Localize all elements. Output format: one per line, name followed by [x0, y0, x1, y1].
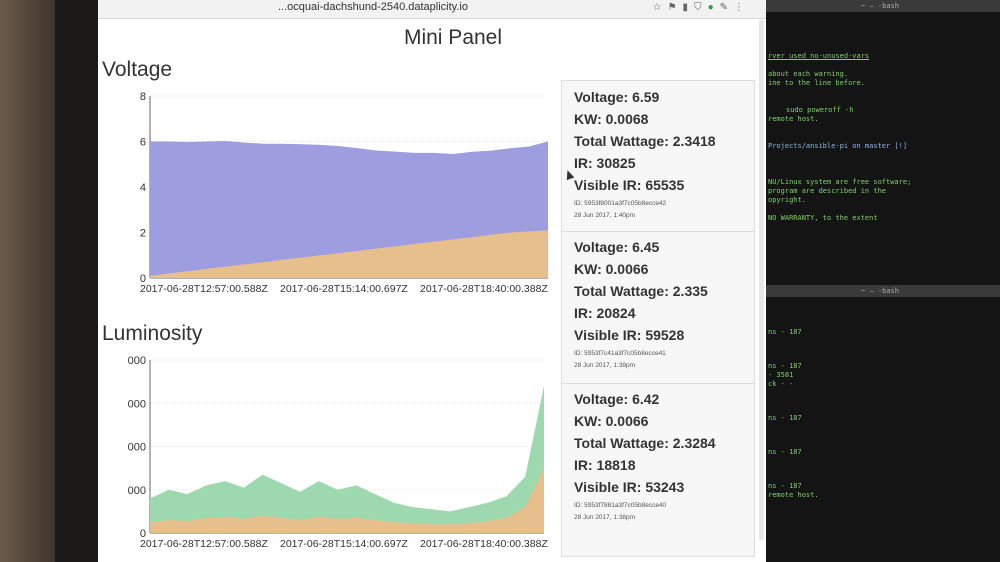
reading-card: Voltage: 6.45 KW: 0.0066 Total Wattage: … [562, 233, 754, 384]
luminosity-chart-x-tick-label: 2017-06-28T15:14:00.697Z [280, 538, 408, 550]
terminal-window[interactable]: ~ — -bash rver used no-unused-vars about… [760, 0, 1000, 562]
reading-visible-ir: Visible IR: 59528 [574, 327, 685, 343]
shield-icon[interactable]: ⛉ [694, 2, 702, 13]
terminal-titlebar: ~ — -bash [760, 285, 1000, 297]
bookmark-icon[interactable]: ▮ [683, 2, 689, 13]
luminosity-chart-x-tick-label: 2017-06-28T12:57:00.588Z [140, 538, 268, 550]
luminosity-chart: 0200004000060000800002017-06-28T12:57:00… [115, 348, 558, 558]
terminal-line: ns - 187 [768, 482, 802, 490]
scrollbar[interactable] [759, 20, 764, 540]
luminosity-chart-svg: 0200004000060000800002017-06-28T12:57:00… [115, 355, 548, 550]
browser-window: ...ocquai-dachshund-2540.dataplicity.io … [98, 0, 766, 562]
page-content: Mini Panel Voltage 0 2 4 6 8 2017-06-28T12:57… [98, 18, 766, 562]
terminal-line: program are described in the [768, 187, 887, 195]
terminal-line: remote host. [768, 115, 819, 123]
terminal-line: rver used no-unused-vars [768, 52, 870, 60]
luminosity-title: Luminosity [102, 322, 203, 345]
reading-kw: KW: 0.0066 [574, 261, 649, 277]
readings-list: Voltage: 6.59 KW: 0.0068 Total Wattage: … [561, 80, 755, 557]
reading-card: Voltage: 6.42 KW: 0.0066 Total Wattage: … [562, 385, 754, 535]
reading-id: ID: 5953f7881a3f7c05b8ecce40 [574, 502, 667, 509]
url-text[interactable]: ...ocquai-dachshund-2540.dataplicity.io [278, 1, 468, 13]
reading-kw: KW: 0.0068 [574, 111, 649, 127]
reading-voltage: Voltage: 6.59 [574, 89, 660, 105]
luminosity-chart-series-0-area [150, 386, 544, 533]
reading-ir: IR: 20824 [574, 305, 636, 321]
terminal-line: - 3581 [768, 371, 794, 379]
luminosity-chart-x-tick-label: 2017-06-28T18:40:00.388Z [420, 538, 548, 550]
terminal-line: NU/Linux system are free software; [768, 178, 912, 186]
terminal-line: ns - 187 [768, 362, 802, 370]
reading-date: 28 Jun 2017, 1:38pm [574, 514, 636, 521]
reading-visible-ir: Visible IR: 53243 [574, 479, 685, 495]
terminal-line: ine to the line before. [768, 79, 865, 87]
terminal-line: ns - 187 [768, 328, 802, 336]
reading-total-wattage: Total Wattage: 2.3418 [574, 133, 716, 149]
reading-visible-ir: Visible IR: 65535 [574, 177, 685, 193]
terminal-line: NO WARRANTY, to the extent [768, 214, 878, 222]
voltage-chart: 0 2 4 6 8 2017-06-28T12:57:00.588Z 2017-06-28T… [128, 88, 558, 303]
reading-kw: KW: 0.0066 [574, 413, 649, 429]
reading-date: 28 Jun 2017, 1:39pm [574, 362, 636, 369]
luminosity-chart-y-tick-label: 40000 [128, 442, 146, 454]
reading-id: ID: 5953f7c41a3f7c05b8ecce41 [574, 350, 666, 357]
flag-icon[interactable]: ⚑ [668, 2, 677, 13]
star-icon[interactable]: ☆ [653, 2, 662, 13]
extension-icon[interactable]: ✎ [720, 2, 728, 13]
voltage-chart-y-tick-label: 2 [140, 228, 146, 240]
voltage-chart-y-tick-label: 6 [140, 137, 146, 149]
voltage-chart-x-tick-label: 2017-06-28T15:14:00.697Z [280, 283, 408, 295]
terminal-line: ck - - [768, 380, 794, 388]
terminal-line: ns - 187 [768, 414, 802, 422]
terminal-titlebar: ~ — -bash [760, 0, 1000, 12]
reading-ir: IR: 30825 [574, 155, 636, 171]
address-bar[interactable]: ...ocquai-dachshund-2540.dataplicity.io … [98, 0, 766, 19]
voltage-chart-x-tick-label: 2017-06-28T18:40:00.388Z [420, 283, 548, 295]
reading-total-wattage: Total Wattage: 2.335 [574, 283, 708, 299]
voltage-title: Voltage [102, 58, 173, 81]
reading-total-wattage: Total Wattage: 2.3284 [574, 435, 716, 451]
terminal-line: opyright. [768, 196, 806, 204]
voltage-chart-x-tick-label: 2017-06-28T12:57:00.588Z [140, 283, 268, 295]
terminal-line: remote host. [768, 491, 819, 499]
page-title: Mini Panel [403, 26, 503, 49]
reading-card: Voltage: 6.59 KW: 0.0068 Total Wattage: … [562, 81, 754, 232]
luminosity-chart-y-tick-label: 20000 [128, 485, 146, 497]
reading-id: ID: 5953f8001a3f7c05b8ecce42 [574, 200, 667, 207]
reading-ir: IR: 18818 [574, 457, 636, 473]
menu-icon[interactable]: ⋮ [734, 2, 744, 13]
luminosity-chart-y-tick-label: 80000 [128, 355, 146, 367]
reading-date: 28 Jun 2017, 1:40pm [574, 212, 636, 219]
voltage-chart-y-tick-label: 4 [140, 182, 146, 194]
reading-voltage: Voltage: 6.45 [574, 239, 660, 255]
reading-voltage: Voltage: 6.42 [574, 391, 660, 407]
terminal-line: about each warning. [768, 70, 849, 78]
leaf-icon[interactable]: ● [708, 2, 714, 13]
voltage-chart-svg: 024682017-06-28T12:57:00.588Z 2017-06-28T… [140, 91, 549, 295]
toolbar-icons: ☆ ⚑ ▮ ⛉ ● ✎ ⋮ [653, 2, 744, 13]
terminal-line: Projects/ansible-pi on master [!] [768, 142, 908, 150]
luminosity-chart-y-tick-label: 60000 [128, 398, 146, 410]
terminal-line: sudo poweroff -h [786, 106, 854, 114]
voltage-chart-y-tick-label: 8 [140, 91, 146, 103]
background-left [0, 0, 60, 562]
terminal-line: ns - 187 [768, 448, 802, 456]
